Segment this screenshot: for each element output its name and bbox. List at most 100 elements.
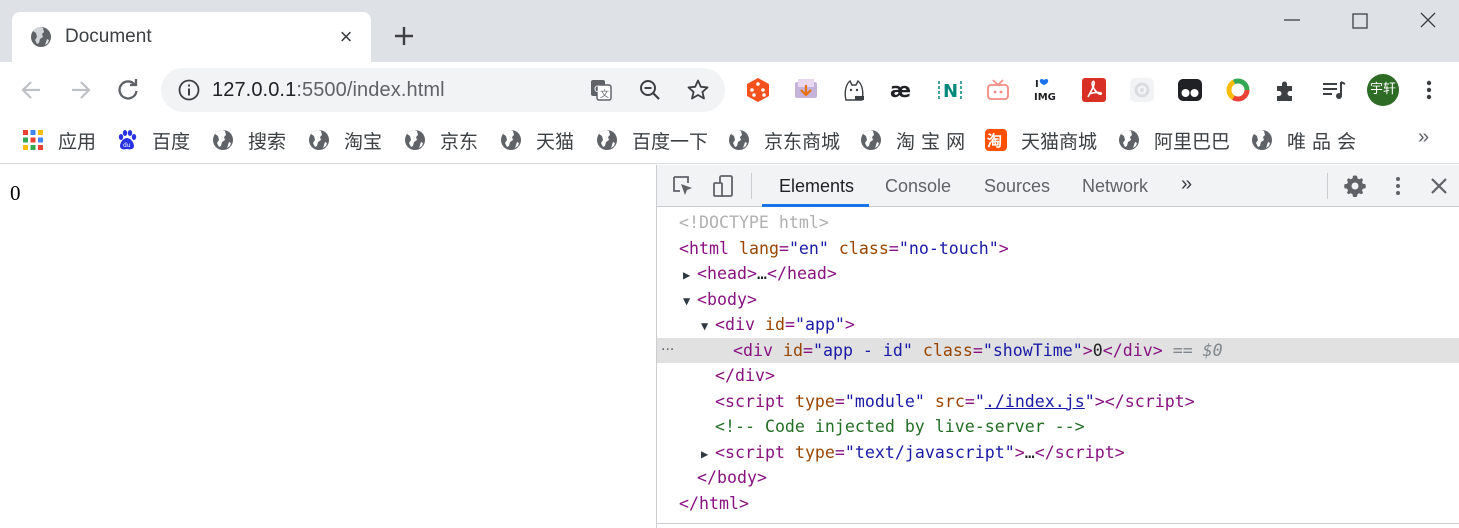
tag-name: div: [743, 340, 773, 360]
devtools-menu-icon[interactable]: [1386, 174, 1410, 198]
address-bar[interactable]: 127.0.0.1:5500/index.html G 文: [161, 68, 725, 112]
attr-name: class: [838, 238, 889, 258]
bookmark-label: 天猫商城: [1021, 130, 1098, 153]
doctype-text: <!DOCTYPE html>: [679, 213, 829, 232]
dom-line-script-module[interactable]: <script type="module" src="./index.js"><…: [657, 389, 1459, 414]
maximize-icon[interactable]: [1345, 8, 1375, 36]
color-ring-extension-icon[interactable]: [1224, 76, 1252, 104]
media-queue-icon[interactable]: [1320, 76, 1348, 104]
bookmark-jd-mall[interactable]: 京东商城: [728, 126, 840, 154]
tag-name: script: [1054, 442, 1115, 462]
bookmark-search[interactable]: 搜索: [212, 126, 286, 154]
dom-line-html-close[interactable]: </html>: [657, 491, 1459, 516]
expand-triangle-icon[interactable]: ▶: [701, 442, 715, 467]
selected-node-marker: == $0: [1172, 340, 1223, 360]
tampermonkey-icon[interactable]: [1176, 76, 1204, 104]
tab-elements[interactable]: Elements: [779, 176, 854, 196]
attr-name: id: [782, 340, 803, 360]
forward-arrow-icon[interactable]: [66, 76, 94, 104]
bookmark-label: 淘 宝 网: [896, 130, 966, 153]
bookmarks-bar: 应用 du 百度 搜索 淘宝 京东 天猫 百度一下 京东商城 淘 宝 网 淘 天…: [0, 118, 1459, 164]
bookmark-taobao-net[interactable]: 淘 宝 网: [860, 126, 965, 154]
pdf-extension-icon[interactable]: [1080, 76, 1108, 104]
svg-text:I: I: [1035, 79, 1039, 90]
reload-icon[interactable]: [114, 76, 142, 104]
svg-text:文: 文: [600, 88, 609, 100]
bookmark-tmall-mall[interactable]: 淘 天猫商城: [985, 126, 1097, 154]
tag-name: body: [716, 468, 757, 487]
devtools-toolbar: Elements Console Sources Network »: [657, 165, 1459, 207]
expand-triangle-icon[interactable]: ▶: [683, 263, 697, 288]
tab-close-icon[interactable]: ×: [334, 25, 358, 49]
bookmarks-overflow-button[interactable]: »: [1418, 126, 1429, 149]
back-arrow-icon[interactable]: [18, 76, 46, 104]
dom-line-script-js[interactable]: ▶ <script type="text/javascript">…</scrip…: [657, 440, 1459, 465]
globe-icon: [861, 130, 881, 150]
dom-line-div-close[interactable]: </div>: [657, 363, 1459, 388]
notion-n-extension-icon[interactable]: N: [936, 76, 964, 104]
globe-icon: [213, 130, 233, 150]
cat-extension-icon[interactable]: [840, 76, 868, 104]
dom-line-html[interactable]: <html lang="en" class="no-touch">: [657, 236, 1459, 261]
window-close-icon[interactable]: [1413, 8, 1443, 36]
html-comment: <!-- Code injected by live-server -->: [715, 417, 1085, 436]
gear-extension-icon[interactable]: [1128, 76, 1156, 104]
ae-extension-icon[interactable]: æ: [888, 76, 916, 104]
dom-line-head[interactable]: ▶ <head>…</head>: [657, 261, 1459, 286]
info-icon[interactable]: [177, 78, 201, 102]
node-actions-ellipsis[interactable]: ···: [661, 338, 674, 363]
extensions-puzzle-icon[interactable]: [1272, 76, 1300, 104]
attr-value: "module": [844, 391, 925, 411]
dom-line-selected-div[interactable]: ··· <div id="app - id" class="showTime">0…: [657, 337, 1459, 363]
bookmark-taobao[interactable]: 淘宝: [308, 126, 382, 154]
minimize-icon[interactable]: [1277, 8, 1307, 36]
svg-text:æ: æ: [890, 78, 911, 102]
bookmark-apps[interactable]: 应用: [22, 126, 96, 154]
script-src-link[interactable]: ./index.js: [985, 392, 1085, 411]
bookmark-label: 阿里巴巴: [1154, 130, 1231, 153]
attr-name: type: [794, 391, 835, 411]
tab-sources[interactable]: Sources: [984, 176, 1050, 196]
bookmark-jd[interactable]: 京东: [404, 126, 478, 154]
img-extension-icon[interactable]: I IMG: [1032, 76, 1060, 104]
bookmark-label: 百度: [152, 130, 191, 153]
active-tab[interactable]: Document ×: [12, 12, 371, 62]
device-toolbar-icon[interactable]: [711, 174, 735, 198]
bookmark-baidu[interactable]: du 百度: [116, 126, 190, 154]
url-text[interactable]: 127.0.0.1:5500/index.html: [212, 79, 445, 101]
tag-name: div: [725, 315, 755, 334]
settings-gear-icon[interactable]: [1343, 174, 1367, 198]
tag-name: script: [1124, 391, 1185, 411]
collapse-triangle-icon[interactable]: ▼: [701, 314, 715, 339]
dom-line-doctype[interactable]: <!DOCTYPE html>: [657, 210, 1459, 235]
dom-line-body-close[interactable]: </body>: [657, 465, 1459, 490]
attr-value: "app": [794, 315, 845, 334]
bookmark-baidu-search[interactable]: 百度一下: [596, 126, 708, 154]
globe-icon: [1252, 130, 1272, 150]
download-extension-icon[interactable]: [792, 76, 820, 104]
devtools-close-icon[interactable]: [1427, 174, 1451, 198]
dom-line-body[interactable]: ▼ <body>: [657, 287, 1459, 312]
devtools-bottom-edge: [657, 523, 1459, 528]
more-tabs-button[interactable]: »: [1181, 174, 1192, 194]
tv-extension-icon[interactable]: [984, 76, 1012, 104]
zoom-out-icon[interactable]: [638, 78, 662, 102]
new-tab-plus-icon[interactable]: [390, 22, 418, 50]
dom-line-div-app[interactable]: ▼ <div id="app">: [657, 312, 1459, 337]
collapse-triangle-icon[interactable]: ▼: [683, 289, 697, 314]
baidu-paw-icon: du: [118, 130, 137, 150]
svg-text:淘: 淘: [986, 132, 1002, 150]
dom-line-comment[interactable]: <!-- Code injected by live-server -->: [657, 414, 1459, 439]
bookmark-vip[interactable]: 唯 品 会: [1251, 126, 1356, 154]
dice-extension-icon[interactable]: [744, 76, 772, 104]
tab-console[interactable]: Console: [885, 176, 951, 196]
bookmark-alibaba[interactable]: 阿里巴巴: [1118, 126, 1230, 154]
tag-name: script: [725, 442, 785, 462]
chrome-menu-icon[interactable]: [1419, 76, 1439, 104]
inspect-element-icon[interactable]: [671, 174, 695, 198]
tab-network[interactable]: Network: [1082, 176, 1148, 196]
bookmark-star-icon[interactable]: [686, 78, 710, 102]
translate-icon[interactable]: G 文: [589, 78, 613, 102]
profile-avatar[interactable]: 宇轩: [1367, 74, 1399, 106]
bookmark-tmall[interactable]: 天猫: [500, 126, 574, 154]
